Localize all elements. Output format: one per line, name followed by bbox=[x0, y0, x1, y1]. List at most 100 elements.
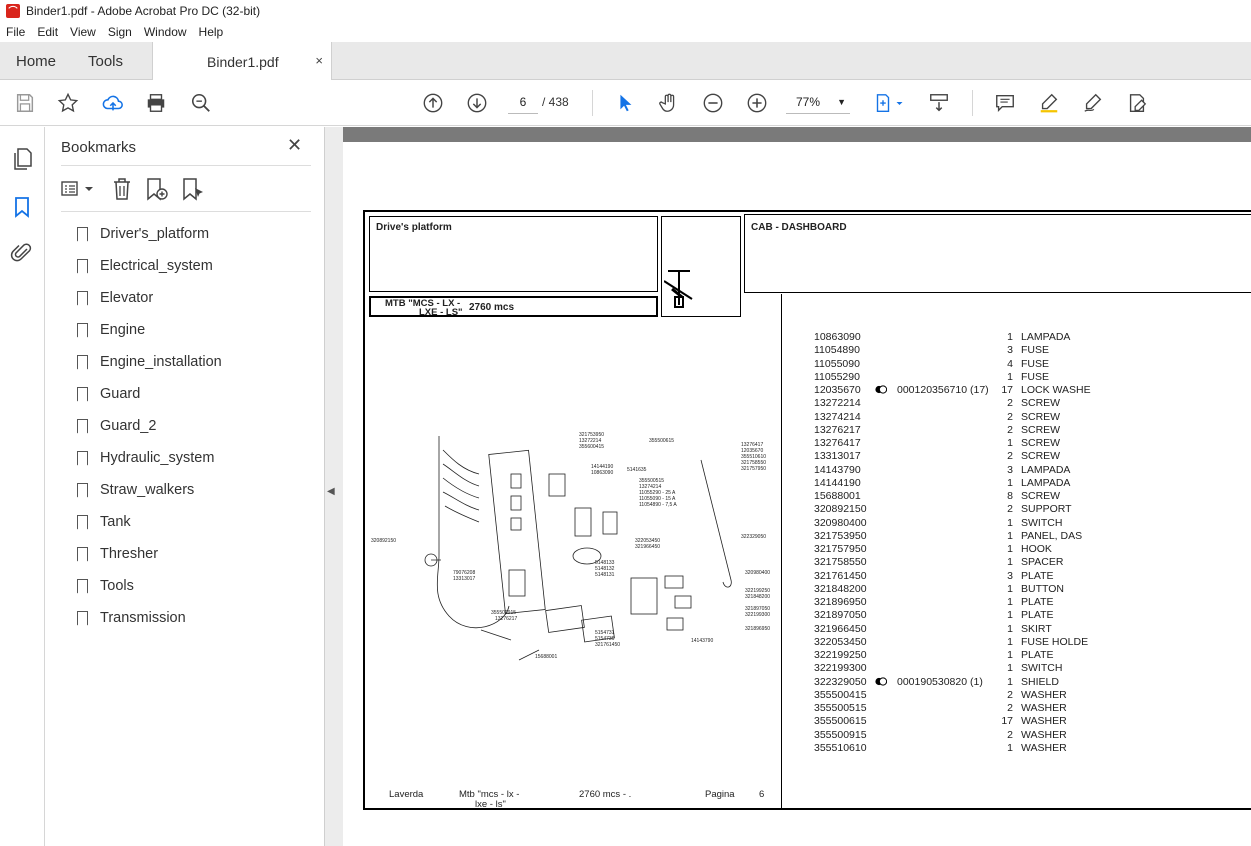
zoom-select[interactable]: 77% ▼ bbox=[786, 90, 850, 114]
print-button[interactable] bbox=[143, 90, 169, 116]
footer-brand: Laverda bbox=[389, 789, 424, 800]
part-description: SHIELD bbox=[1021, 675, 1059, 688]
tab-home[interactable]: Home bbox=[16, 42, 56, 80]
bookmark-ribbon-icon bbox=[77, 482, 88, 498]
fit-page-dropdown[interactable] bbox=[893, 90, 905, 116]
part-description: HOOK bbox=[1021, 543, 1052, 555]
bookmark-item[interactable]: Elevator bbox=[77, 286, 153, 310]
cloud-upload-icon bbox=[102, 95, 123, 111]
part-quantity: 1 bbox=[1007, 662, 1013, 675]
part-description: LOCK WASHE bbox=[1021, 384, 1091, 396]
model-line2: LXE - LS" bbox=[419, 307, 463, 318]
menu-file[interactable]: File bbox=[0, 25, 31, 39]
bookmark-item[interactable]: Electrical_system bbox=[77, 254, 213, 278]
bookmark-from-selection-icon[interactable] bbox=[181, 177, 205, 201]
fill-sign-button[interactable] bbox=[1124, 90, 1150, 116]
part-quantity: 1 bbox=[1007, 529, 1013, 542]
bookmark-label: Guard_2 bbox=[100, 418, 157, 434]
part-description: WASHER bbox=[1021, 688, 1067, 701]
bookmark-item[interactable]: Thresher bbox=[77, 542, 158, 566]
delete-trash-icon[interactable] bbox=[111, 177, 133, 201]
footer-page-number: 6 bbox=[759, 789, 765, 800]
attachments-paperclip-icon[interactable] bbox=[10, 241, 34, 265]
part-reference: 000190530820 (1) bbox=[897, 675, 983, 688]
menu-window[interactable]: Window bbox=[138, 25, 193, 39]
part-description: BUTTON bbox=[1021, 582, 1064, 595]
new-bookmark-icon[interactable] bbox=[145, 177, 169, 201]
plus-circle-icon bbox=[747, 93, 767, 113]
svg-text:10863090: 10863090 bbox=[591, 470, 613, 476]
arrow-up-circle-icon bbox=[423, 93, 443, 113]
chevron-down-icon[interactable] bbox=[85, 185, 93, 193]
zoom-value: 77% bbox=[796, 95, 821, 109]
page-total: / 438 bbox=[542, 95, 569, 109]
draw-button[interactable] bbox=[1080, 90, 1106, 116]
svg-text:13313017: 13313017 bbox=[453, 576, 475, 582]
save-button[interactable] bbox=[12, 90, 38, 116]
bookmark-label: Tools bbox=[100, 578, 134, 594]
hand-tool-button[interactable] bbox=[656, 90, 682, 116]
close-panel-icon[interactable]: ✕ bbox=[287, 135, 302, 156]
scroll-mode-button[interactable] bbox=[926, 90, 952, 116]
bookmark-star-button[interactable] bbox=[55, 90, 81, 116]
part-quantity: 1 bbox=[1007, 609, 1013, 622]
bookmark-label: Driver's_platform bbox=[100, 226, 210, 242]
bookmark-item[interactable]: Straw_walkers bbox=[77, 478, 194, 502]
next-page-button[interactable] bbox=[464, 90, 490, 116]
bookmark-item[interactable]: Driver's_platform bbox=[77, 222, 209, 246]
part-code: 13272214 bbox=[814, 397, 861, 410]
bookmark-item[interactable]: Tank bbox=[77, 510, 131, 534]
page-thumbnails-icon[interactable] bbox=[10, 147, 34, 171]
bookmark-item[interactable]: Guard_2 bbox=[77, 414, 156, 438]
tab-close-icon[interactable]: × bbox=[315, 53, 323, 68]
bookmarks-panel-icon[interactable] bbox=[10, 195, 34, 219]
menu-view[interactable]: View bbox=[64, 25, 102, 39]
menu-help[interactable]: Help bbox=[193, 25, 230, 39]
section-title: Drive's platform bbox=[376, 222, 452, 233]
upload-cloud-button[interactable] bbox=[100, 90, 126, 116]
previous-page-button[interactable] bbox=[420, 90, 446, 116]
bookmark-item[interactable]: Engine bbox=[77, 318, 145, 342]
minus-circle-icon bbox=[703, 93, 723, 113]
part-code: 355500415 bbox=[814, 688, 867, 701]
zoom-out-button[interactable] bbox=[700, 90, 726, 116]
page-number-input[interactable]: 6 bbox=[508, 90, 538, 114]
zoom-in-button[interactable] bbox=[744, 90, 770, 116]
bookmark-item[interactable]: Guard bbox=[77, 382, 140, 406]
find-zoom-button[interactable] bbox=[188, 90, 214, 116]
tab-tools[interactable]: Tools bbox=[88, 42, 123, 80]
bookmarks-title: Bookmarks bbox=[61, 139, 137, 156]
part-code: 13274214 bbox=[814, 410, 861, 423]
collapse-panel-icon[interactable]: ◀ bbox=[327, 486, 335, 497]
scroll-mode-icon bbox=[930, 94, 948, 112]
svg-text:15688001: 15688001 bbox=[535, 654, 557, 660]
select-tool-button[interactable] bbox=[612, 90, 638, 116]
menu-sign[interactable]: Sign bbox=[102, 25, 138, 39]
magnifier-icon bbox=[191, 93, 210, 112]
part-quantity: 8 bbox=[1007, 490, 1013, 502]
bookmark-label: Tank bbox=[100, 514, 131, 530]
bookmark-ribbon-icon bbox=[77, 578, 88, 594]
bookmark-item[interactable]: Tools bbox=[77, 574, 134, 598]
part-code: 11054890 bbox=[814, 344, 860, 357]
part-code: 13276417 bbox=[814, 437, 861, 449]
part-code: 321757950 bbox=[814, 543, 867, 555]
bookmark-item[interactable]: Engine_installation bbox=[77, 350, 222, 374]
part-quantity: 2 bbox=[1007, 423, 1013, 436]
bookmark-options-icon[interactable] bbox=[61, 179, 83, 199]
part-description: LAMPADA bbox=[1021, 476, 1071, 489]
bookmark-item[interactable]: Hydraulic_system bbox=[77, 446, 214, 470]
bookmark-item[interactable]: Transmission bbox=[77, 606, 186, 630]
chevron-down-icon bbox=[896, 101, 902, 105]
part-quantity: 2 bbox=[1007, 503, 1013, 516]
comment-button[interactable] bbox=[992, 90, 1018, 116]
tab-document[interactable]: Binder1.pdf × bbox=[152, 42, 332, 81]
menu-edit[interactable]: Edit bbox=[31, 25, 64, 39]
part-code: 321966450 bbox=[814, 622, 867, 635]
svg-text:13276217: 13276217 bbox=[495, 616, 517, 622]
part-quantity: 1 bbox=[1007, 622, 1013, 635]
highlight-button[interactable] bbox=[1036, 90, 1062, 116]
bookmark-ribbon-icon bbox=[77, 610, 88, 626]
part-code: 10863090 bbox=[814, 331, 861, 343]
parts-sheet: Drive's platform MTB "MCS - LX - LXE - L… bbox=[363, 210, 1251, 810]
